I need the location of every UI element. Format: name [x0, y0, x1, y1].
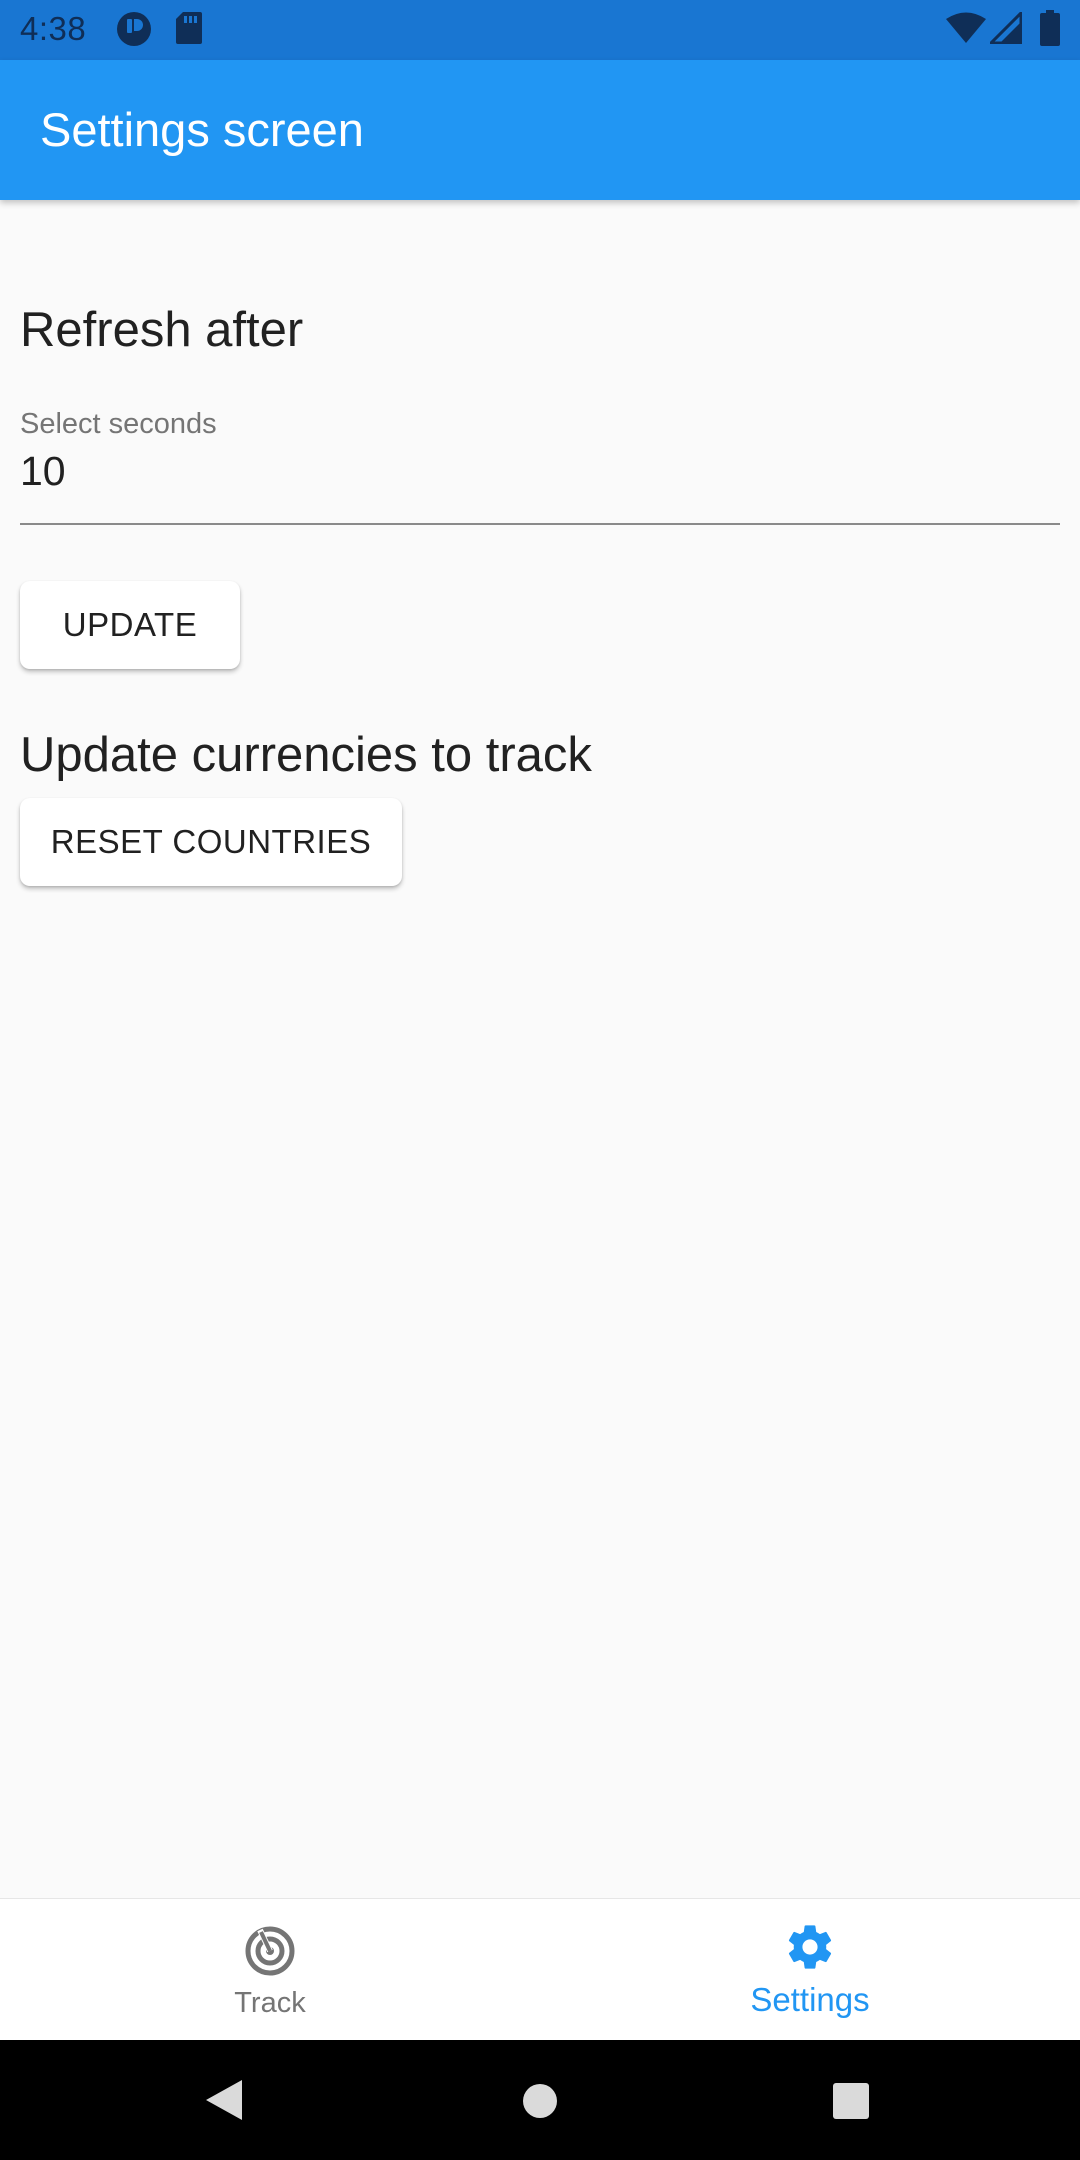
gear-icon	[784, 1921, 836, 1973]
back-icon[interactable]	[204, 2078, 244, 2127]
update-currencies-heading: Update currencies to track	[20, 728, 592, 782]
seconds-field-underline	[20, 523, 1060, 525]
page-title: Settings screen	[40, 103, 364, 156]
sd-card-icon	[175, 11, 203, 50]
reset-countries-button[interactable]: RESET COUNTRIES	[20, 798, 402, 886]
cell-signal-icon	[987, 9, 1023, 49]
system-navigation-bar	[0, 2040, 1080, 2160]
wifi-icon	[946, 12, 986, 49]
alert-circle-icon	[116, 11, 152, 52]
status-time: 4:38	[20, 10, 87, 47]
bottom-navigation: Track Settings	[0, 1898, 1080, 2041]
nav-label-settings: Settings	[750, 1981, 870, 2018]
seconds-field-label: Select seconds	[20, 408, 217, 440]
nav-label-track: Track	[234, 1987, 306, 2019]
nav-item-track[interactable]: Track	[0, 1899, 540, 2041]
home-icon[interactable]	[522, 2083, 558, 2124]
seconds-input[interactable]: 10	[20, 448, 66, 495]
radar-icon	[244, 1925, 296, 1977]
refresh-after-heading: Refresh after	[20, 303, 304, 357]
update-button[interactable]: UPDATE	[20, 581, 240, 669]
nav-item-settings[interactable]: Settings	[540, 1899, 1080, 2041]
app-bar: Settings screen	[0, 60, 1080, 200]
recents-icon[interactable]	[833, 2083, 869, 2124]
status-bar: 4:38	[0, 0, 1080, 60]
battery-icon	[1040, 10, 1060, 51]
